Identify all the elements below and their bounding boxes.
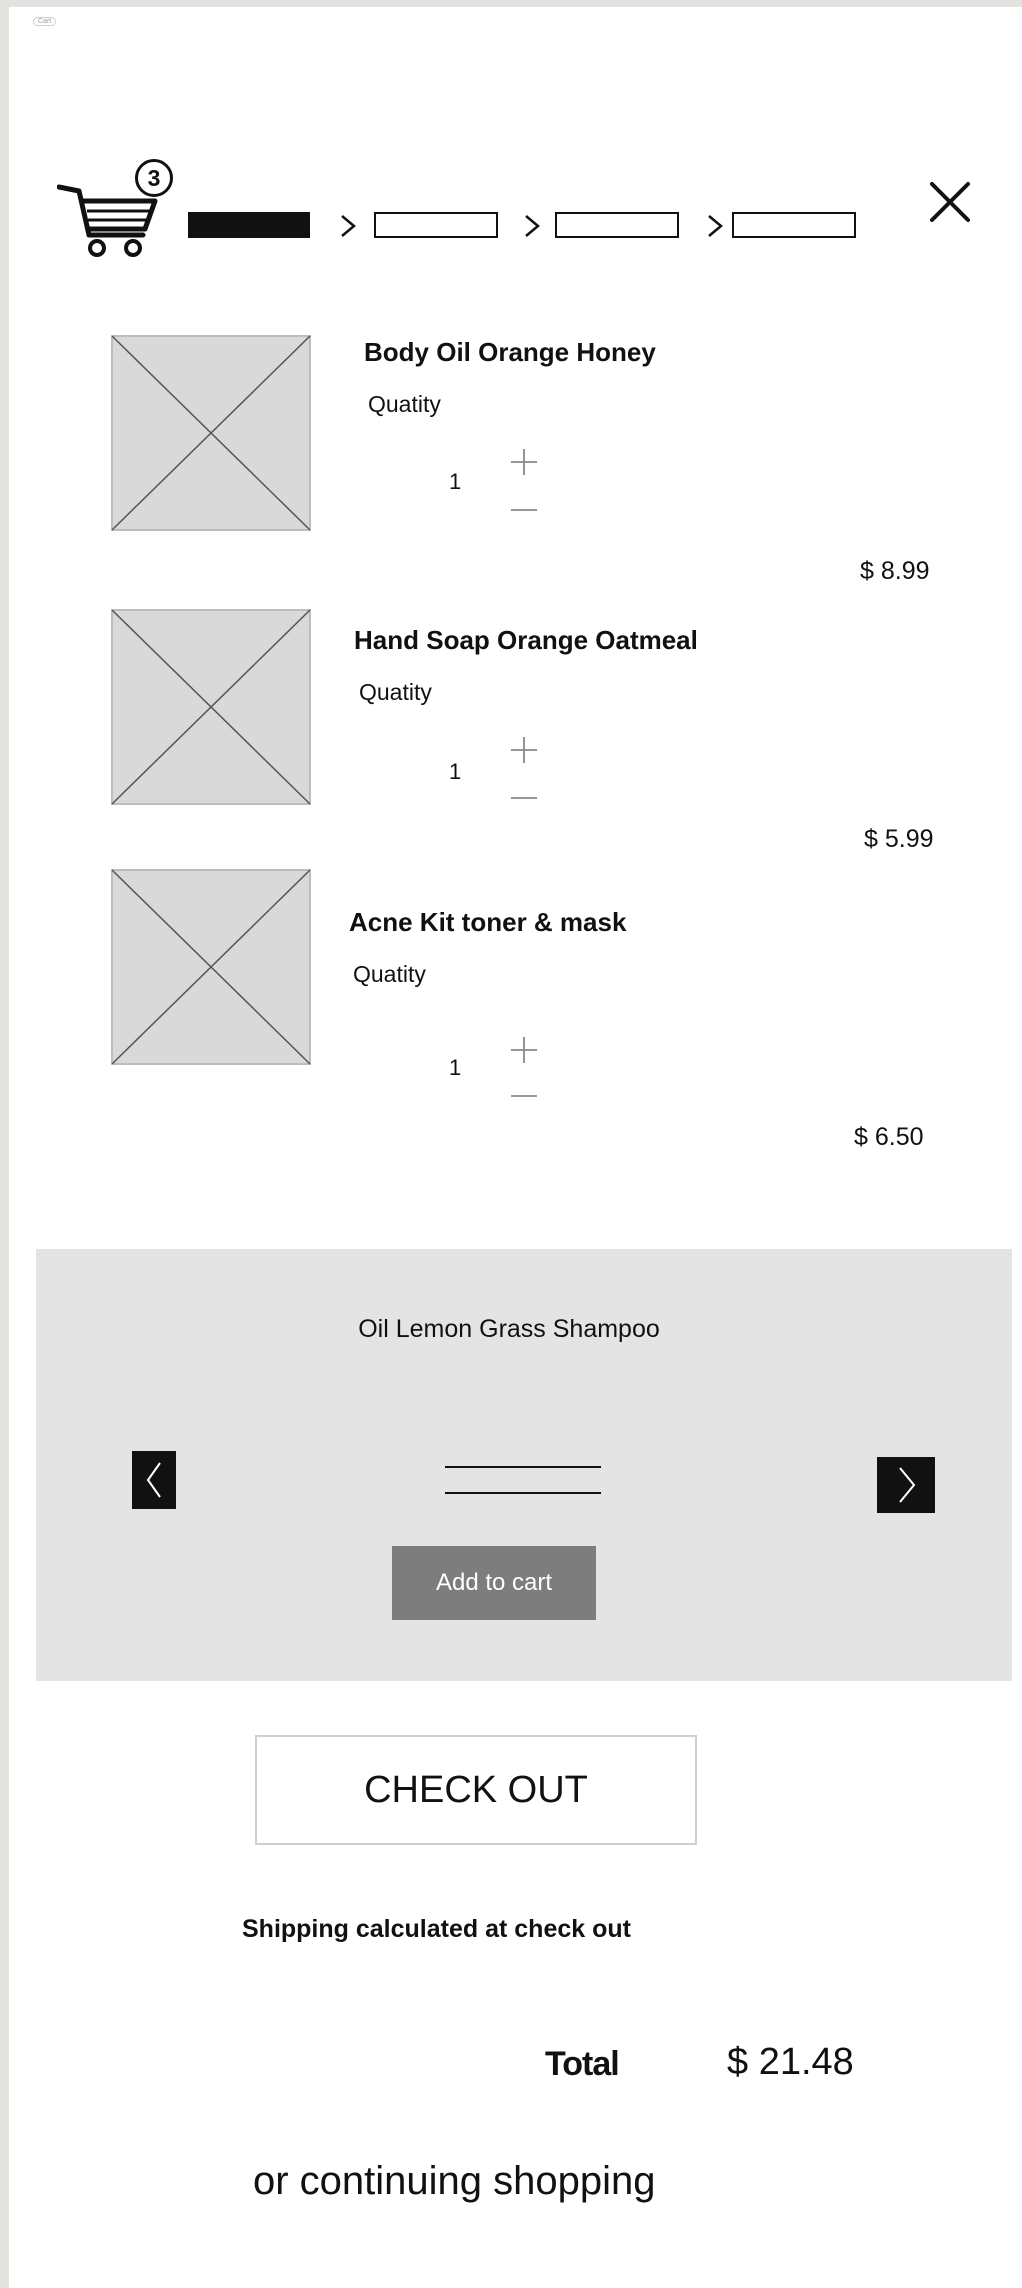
quantity-value[interactable]: 1 — [449, 469, 461, 495]
close-icon[interactable] — [927, 179, 973, 225]
quantity-label: Quatity — [368, 391, 441, 417]
item-price: $ 5.99 — [864, 825, 934, 853]
minus-icon[interactable] — [509, 791, 539, 805]
item-price: $ 6.50 — [854, 1123, 924, 1151]
cart-count-badge: 3 — [135, 159, 173, 197]
product-image-placeholder — [111, 335, 311, 531]
item-name[interactable]: Acne Kit toner & mask — [349, 907, 626, 938]
checkout-button[interactable]: CHECK OUT — [255, 1735, 697, 1845]
product-image-placeholder — [111, 869, 311, 1065]
checkout-step-2[interactable] — [374, 212, 498, 238]
item-name[interactable]: Body Oil Orange Honey — [364, 337, 656, 368]
checkout-step-1[interactable] — [188, 212, 310, 238]
frame-label: Cart — [33, 17, 57, 26]
item-price: $ 8.99 — [860, 557, 930, 585]
plus-icon[interactable] — [509, 735, 539, 765]
add-to-cart-button[interactable]: Add to cart — [392, 1546, 596, 1620]
chevron-right-icon — [341, 215, 356, 237]
checkout-step-4[interactable] — [732, 212, 856, 238]
quantity-label: Quatity — [359, 679, 432, 705]
continue-shopping-link[interactable]: or continuing shopping — [253, 2159, 656, 2204]
chevron-right-icon — [525, 215, 540, 237]
cart-page: Cart 3 Body Oil Orange Honey Quatity 1 $… — [9, 7, 1022, 2288]
chevron-right-icon — [708, 215, 723, 237]
product-image-placeholder — [111, 609, 311, 805]
total-value: $ 21.48 — [727, 2041, 854, 2083]
plus-icon[interactable] — [509, 1035, 539, 1065]
recommended-product-name[interactable]: Oil Lemon Grass Shampoo — [36, 1315, 1012, 1344]
checkout-step-3[interactable] — [555, 212, 679, 238]
quantity-value[interactable]: 1 — [449, 759, 461, 785]
minus-icon[interactable] — [509, 1089, 539, 1103]
item-name[interactable]: Hand Soap Orange Oatmeal — [354, 625, 698, 656]
minus-icon[interactable] — [509, 503, 539, 517]
quantity-label: Quatity — [353, 961, 426, 987]
quantity-value[interactable]: 1 — [449, 1055, 461, 1081]
plus-icon[interactable] — [509, 447, 539, 477]
shipping-note: Shipping calculated at check out — [242, 1915, 631, 1943]
product-details-placeholder — [445, 1466, 601, 1494]
chevron-left-icon[interactable] — [132, 1451, 176, 1509]
total-label: Total — [545, 2045, 620, 2083]
recommendation-carousel: Oil Lemon Grass Shampoo Add to cart — [36, 1249, 1012, 1681]
chevron-right-icon[interactable] — [877, 1457, 935, 1513]
